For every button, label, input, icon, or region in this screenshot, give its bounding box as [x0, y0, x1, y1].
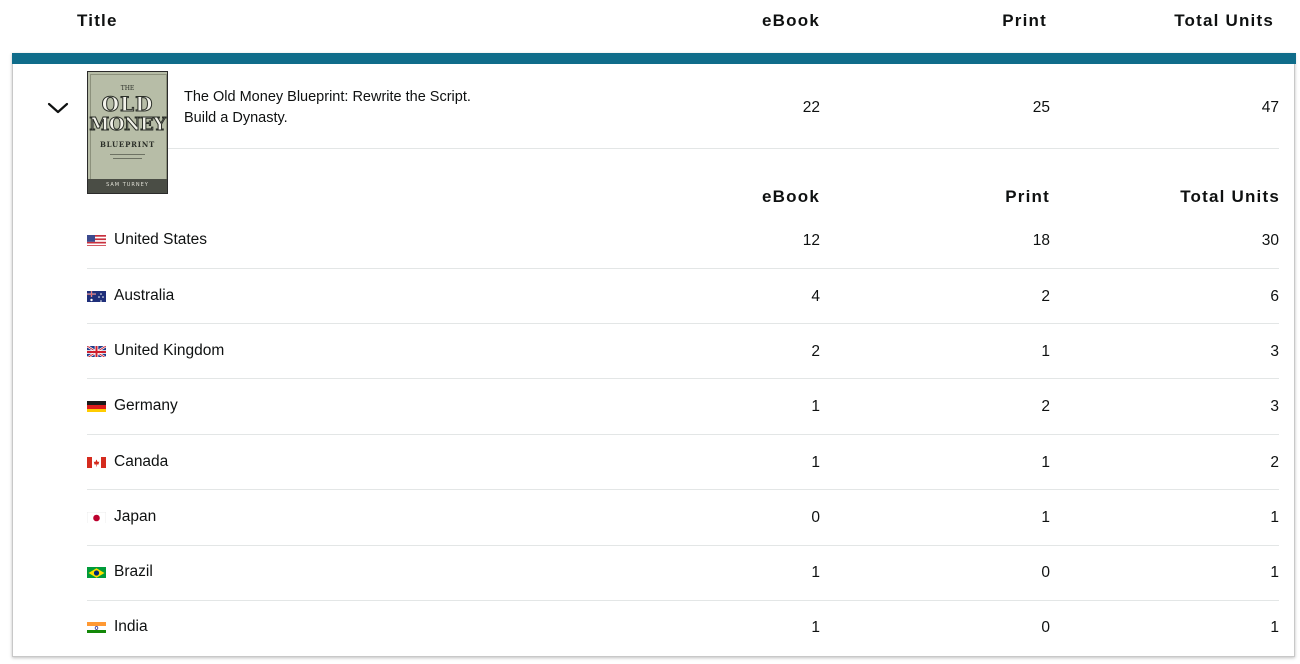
country-print-units: 2	[1041, 288, 1050, 305]
country-row-label: Brazil	[87, 563, 153, 581]
country-row-label: Germany	[87, 397, 178, 415]
ca-flag-icon	[87, 456, 106, 468]
country-print-units: 1	[1041, 343, 1050, 360]
book-print-units: 25	[1032, 99, 1050, 116]
country-name: Canada	[114, 453, 169, 470]
row-divider	[87, 434, 1279, 435]
column-header-total-units[interactable]: Total Units	[1100, 11, 1274, 31]
country-row-label: Canada	[87, 453, 168, 471]
country-total-units: 3	[1270, 398, 1279, 415]
cover-text-the: THE	[120, 85, 135, 92]
country-ebook-units: 1	[811, 398, 820, 415]
country-total-units: 1	[1270, 619, 1279, 636]
de-flag-icon	[87, 400, 106, 412]
country-ebook-units: 1	[811, 564, 820, 581]
country-ebook-units: 12	[802, 232, 820, 249]
country-print-units: 2	[1041, 398, 1050, 415]
book-title-link[interactable]: The Old Money Blueprint: Rewrite the Scr…	[184, 87, 471, 129]
book-total-units: 47	[1261, 99, 1279, 116]
country-row-label: Australia	[87, 287, 174, 305]
column-header-title[interactable]: Title	[77, 11, 118, 31]
au-flag-icon	[87, 290, 106, 302]
cover-subtitle-lines	[110, 154, 145, 155]
divider	[168, 148, 1279, 149]
br-flag-icon	[87, 566, 106, 578]
uk-flag-icon	[87, 345, 106, 357]
cover-text-money: MONEY	[89, 114, 167, 136]
country-name: Australia	[114, 287, 175, 304]
country-ebook-units: 2	[811, 343, 820, 360]
country-row-label: United States	[87, 231, 207, 249]
country-name: United States	[114, 231, 208, 248]
book-ebook-units: 22	[802, 99, 820, 116]
country-row-label: Japan	[87, 508, 156, 526]
country-ebook-units: 1	[811, 454, 820, 471]
country-print-units: 18	[1032, 232, 1050, 249]
country-ebook-units: 4	[811, 288, 820, 305]
accent-bar	[12, 53, 1296, 64]
in-flag-icon	[87, 621, 106, 633]
country-total-units: 1	[1270, 564, 1279, 581]
country-total-units: 3	[1270, 343, 1279, 360]
book-cover-image[interactable]: THE OLD MONEY BLUEPRINT SAM TURNEY	[87, 71, 168, 194]
row-divider	[87, 600, 1279, 601]
country-name: Japan	[114, 508, 157, 525]
column-header-print[interactable]: Print	[927, 11, 1047, 31]
column-header-ebook[interactable]: eBook	[700, 11, 820, 31]
country-name: United Kingdom	[114, 342, 225, 359]
country-ebook-units: 0	[811, 509, 820, 526]
book-title-line-1: The Old Money Blueprint: Rewrite the Scr…	[184, 89, 471, 105]
us-flag-icon	[87, 234, 106, 246]
cover-text-blueprint: BLUEPRINT	[99, 140, 156, 149]
country-name: India	[114, 618, 148, 635]
sub-header-ebook: eBook	[762, 187, 820, 206]
country-print-units: 1	[1041, 454, 1050, 471]
row-divider	[87, 323, 1279, 324]
sub-header-print: Print	[1005, 187, 1050, 206]
country-print-units: 1	[1041, 509, 1050, 526]
sub-header-total-units: Total Units	[1180, 187, 1280, 206]
country-row-label: India	[87, 618, 148, 636]
chevron-down-icon[interactable]	[46, 99, 70, 117]
country-print-units: 0	[1041, 564, 1050, 581]
cover-text-old: OLD	[101, 92, 154, 117]
country-row-label: United Kingdom	[87, 342, 224, 360]
jp-flag-icon	[87, 511, 106, 523]
country-ebook-units: 1	[811, 619, 820, 636]
country-total-units: 2	[1270, 454, 1279, 471]
country-name: Brazil	[114, 563, 153, 580]
cover-text-author: SAM TURNEY	[106, 182, 149, 188]
row-divider	[87, 378, 1279, 379]
row-divider	[87, 268, 1279, 269]
country-total-units: 6	[1270, 288, 1279, 305]
book-title-line-2: Build a Dynasty.	[184, 110, 288, 126]
row-divider	[87, 545, 1279, 546]
country-total-units: 1	[1270, 509, 1279, 526]
country-print-units: 0	[1041, 619, 1050, 636]
country-name: Germany	[114, 397, 178, 414]
country-total-units: 30	[1261, 232, 1279, 249]
row-divider	[87, 489, 1279, 490]
cover-subtitle-lines	[113, 158, 142, 159]
